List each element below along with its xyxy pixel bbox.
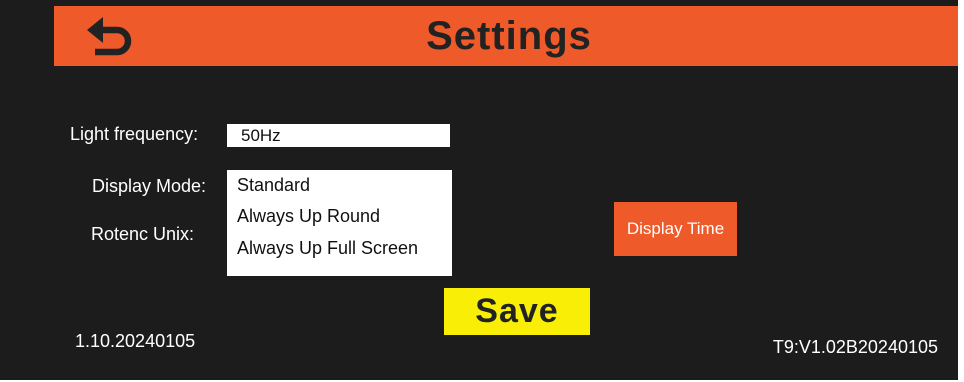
display-mode-dropdown[interactable]: Standard Always Up Round Always Up Full …	[227, 170, 452, 276]
display-mode-option-always-up-round[interactable]: Always Up Round	[237, 206, 380, 227]
display-mode-label: Display Mode:	[92, 176, 207, 196]
header-bar: Settings	[54, 6, 958, 66]
light-frequency-field[interactable]: 50Hz	[227, 124, 450, 147]
display-mode-option-standard[interactable]: Standard	[237, 175, 310, 196]
display-time-button[interactable]: Display Time	[614, 202, 737, 256]
save-button[interactable]: Save	[444, 288, 590, 335]
rotenc-unix-label: Rotenc Unix:	[91, 224, 195, 244]
light-frequency-label: Light frequency:	[70, 124, 199, 144]
display-mode-option-always-up-full-screen[interactable]: Always Up Full Screen	[237, 238, 418, 259]
device-version: T9:V1.02B20240105	[772, 337, 938, 357]
settings-screen: Settings Light frequency: 50Hz Display M…	[0, 0, 958, 380]
page-title: Settings	[426, 14, 592, 58]
firmware-version: 1.10.20240105	[75, 331, 196, 351]
right-border	[958, 0, 964, 382]
